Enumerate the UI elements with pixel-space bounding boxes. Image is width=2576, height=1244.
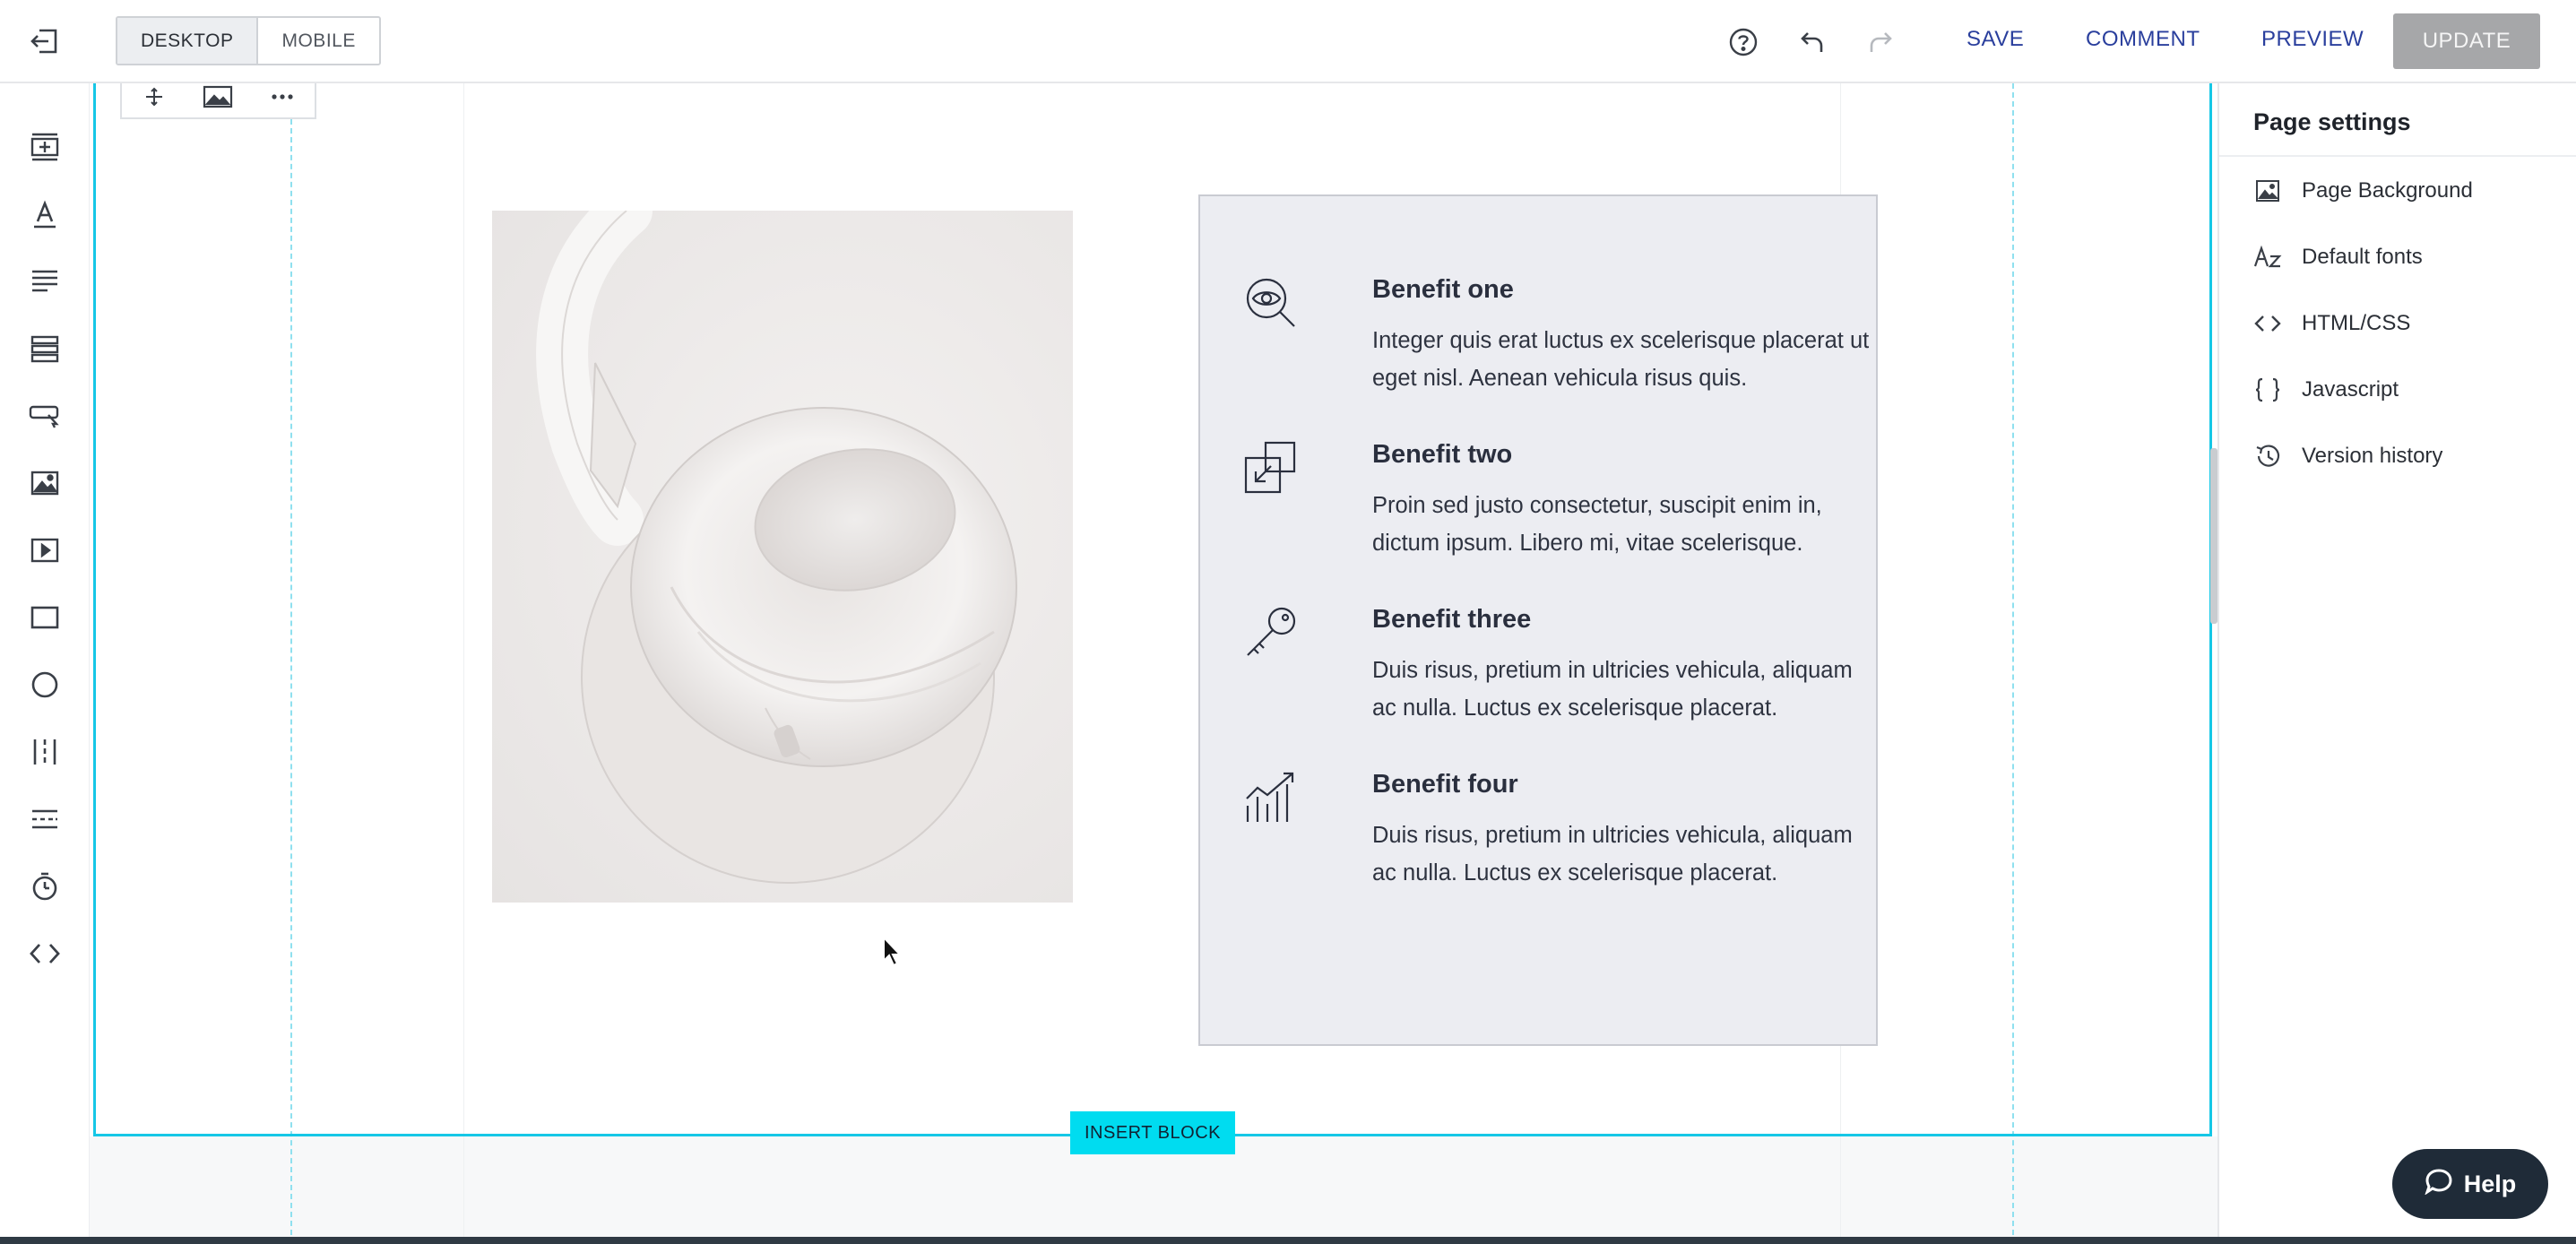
help-label: Help [2463, 1170, 2517, 1197]
element-toolbar [0, 83, 90, 1244]
list-block-icon[interactable] [23, 327, 66, 370]
headphones-image[interactable] [492, 211, 1073, 903]
html-css-label: HTML/CSS [2302, 311, 2411, 335]
video-icon[interactable] [23, 529, 66, 572]
panel-divider [2219, 155, 2576, 157]
panel-title: Page settings [2253, 108, 2411, 135]
columns-icon[interactable] [23, 730, 66, 773]
selected-section[interactable] [93, 83, 2212, 1136]
version-history-item[interactable]: Version history [2252, 436, 2442, 476]
update-button[interactable]: UPDATE [2393, 13, 2540, 69]
javascript-item[interactable]: Javascript [2252, 370, 2399, 410]
page-background-label: Page Background [2302, 178, 2473, 203]
background-image-icon[interactable] [200, 83, 236, 110]
html-css-item[interactable]: HTML/CSS [2252, 304, 2410, 343]
more-icon[interactable] [264, 83, 300, 110]
history-icon [2252, 440, 2284, 472]
redo-icon[interactable] [1860, 22, 1901, 63]
benefit-text: Proin sed justo consectetur, suscipit en… [1372, 493, 1822, 556]
image-icon[interactable] [23, 462, 66, 505]
key-icon [1243, 605, 1299, 661]
growth-chart-icon [1243, 770, 1299, 825]
code-icon [2252, 307, 2284, 340]
text-heading-icon[interactable] [23, 193, 66, 236]
circle-icon[interactable] [23, 663, 66, 706]
benefit-title: Benefit four [1372, 770, 1518, 799]
rectangle-icon[interactable] [23, 596, 66, 639]
benefit-text: Duis risus, pretium in ultricies vehicul… [1372, 823, 1853, 885]
block-toolbar [120, 83, 316, 119]
insert-block-button[interactable]: INSERT BLOCK [1070, 1111, 1235, 1154]
preview-button[interactable]: PREVIEW [2261, 27, 2364, 52]
font-icon [2252, 241, 2284, 273]
eye-search-icon [1243, 275, 1299, 331]
benefit-text: Duis risus, pretium in ultricies vehicul… [1372, 658, 1853, 721]
canvas-scrollbar[interactable] [2210, 448, 2217, 624]
comment-button[interactable]: COMMENT [2086, 27, 2200, 52]
mouse-cursor-icon [882, 935, 903, 972]
top-toolbar: DESKTOP MOBILE SAVE COMMENT PREVIEW UPDA… [0, 0, 2576, 83]
javascript-label: Javascript [2302, 377, 2399, 402]
exit-editor-icon[interactable] [20, 20, 68, 63]
code-icon[interactable] [23, 932, 66, 975]
add-section-icon[interactable] [23, 125, 66, 168]
undo-icon[interactable] [1792, 22, 1833, 63]
default-fonts-label: Default fonts [2302, 245, 2423, 269]
page-background-item[interactable]: Page Background [2252, 171, 2473, 211]
benefit-title: Benefit two [1372, 440, 1513, 469]
shrink-arrows-icon [1243, 440, 1299, 496]
default-fonts-item[interactable]: Default fonts [2252, 238, 2423, 277]
help-button[interactable]: Help [2392, 1149, 2548, 1219]
page-settings-panel: Page settings Page Background Default fo… [2217, 83, 2576, 1244]
button-icon[interactable] [23, 394, 66, 437]
help-circle-icon[interactable] [1723, 22, 1764, 63]
save-button[interactable]: SAVE [1967, 27, 2024, 52]
timer-icon[interactable] [23, 865, 66, 908]
braces-icon [2252, 374, 2284, 406]
tab-mobile[interactable]: MOBILE [258, 18, 378, 64]
headphones-illustration [536, 211, 1017, 884]
version-history-label: Version history [2302, 444, 2443, 468]
image-icon [2252, 175, 2284, 207]
benefit-title: Benefit one [1372, 275, 1514, 304]
benefits-card[interactable]: Benefit one Integer quis erat luctus ex … [1198, 194, 1878, 1046]
benefit-text: Integer quis erat luctus ex scelerisque … [1372, 328, 1870, 391]
paragraph-icon[interactable] [23, 260, 66, 303]
benefit-title: Benefit three [1372, 605, 1532, 634]
tab-desktop[interactable]: DESKTOP [117, 18, 259, 64]
divider-icon[interactable] [23, 798, 66, 841]
move-icon[interactable] [136, 83, 172, 110]
editor-canvas: Benefit one Integer quis erat luctus ex … [90, 83, 2217, 1244]
window-bottom-edge [0, 1237, 2576, 1244]
device-toggle: DESKTOP MOBILE [116, 16, 381, 65]
chat-bubble-icon [2424, 1168, 2453, 1201]
